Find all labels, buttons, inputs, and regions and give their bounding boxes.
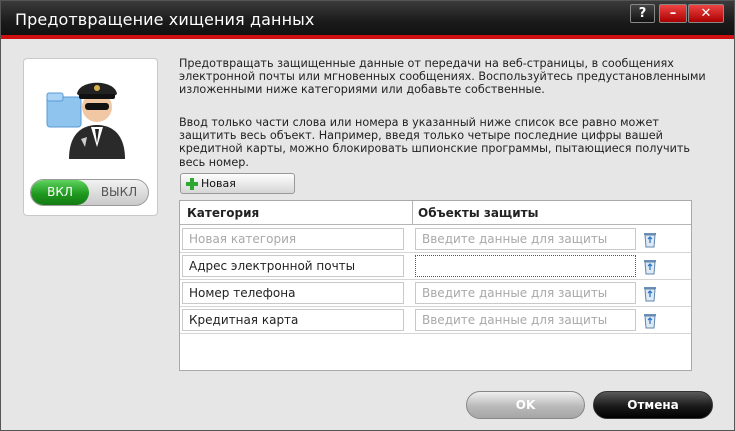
close-button[interactable]: ✕ [688, 4, 724, 23]
protected-data-input[interactable]: Введите данные для защиты [415, 282, 636, 304]
ok-button[interactable]: OK [466, 391, 585, 419]
feature-panel: ВКЛ ВЫКЛ [23, 58, 158, 216]
toggle-on-option[interactable]: ВКЛ [31, 180, 89, 205]
table-header: Категория Объекты защиты [180, 201, 691, 225]
table-row: Номер телефона Введите данные для защиты [180, 280, 691, 307]
category-input[interactable]: Адрес электронной почты [182, 255, 404, 277]
dialog-window: Предотвращение хищения данных ? – ✕ ВКЛ … [0, 0, 735, 431]
protected-data-table: Категория Объекты защиты Новая категория… [179, 200, 692, 371]
recycle-bin-icon[interactable] [642, 231, 658, 248]
minimize-button[interactable]: – [659, 4, 687, 23]
recycle-bin-icon[interactable] [642, 285, 658, 302]
plus-icon [186, 178, 198, 190]
new-category-button[interactable]: Новая категория [180, 173, 295, 209]
column-header-objects: Объекты защиты [418, 206, 539, 220]
recycle-bin-icon[interactable] [642, 312, 658, 329]
table-row: Адрес электронной почты [180, 253, 691, 280]
title-bar[interactable]: Предотвращение хищения данных ? – ✕ [1, 1, 734, 39]
protection-toggle[interactable]: ВКЛ ВЫКЛ [30, 179, 149, 206]
description-paragraph-1: Предотвращать защищенные данные от перед… [179, 57, 706, 97]
security-agent-icon [46, 82, 125, 159]
toggle-off-option[interactable]: ВЫКЛ [89, 180, 148, 205]
protected-data-input[interactable] [415, 255, 636, 277]
description-paragraph-2: Ввод только части слова или номера в ука… [179, 116, 690, 169]
protected-data-input[interactable]: Введите данные для защиты [415, 309, 636, 331]
category-input[interactable]: Кредитная карта [182, 309, 404, 331]
window-title: Предотвращение хищения данных [15, 10, 315, 29]
category-input[interactable]: Новая категория [182, 228, 404, 250]
table-row: Новая категория Введите данные для защит… [180, 226, 691, 253]
table-row: Кредитная карта Введите данные для защит… [180, 307, 691, 334]
help-button[interactable]: ? [630, 4, 655, 23]
protected-data-input[interactable]: Введите данные для защиты [415, 228, 636, 250]
cancel-button[interactable]: Отмена [593, 391, 713, 419]
column-header-category: Категория [187, 206, 260, 220]
category-input[interactable]: Номер телефона [182, 282, 404, 304]
recycle-bin-icon[interactable] [642, 258, 658, 275]
